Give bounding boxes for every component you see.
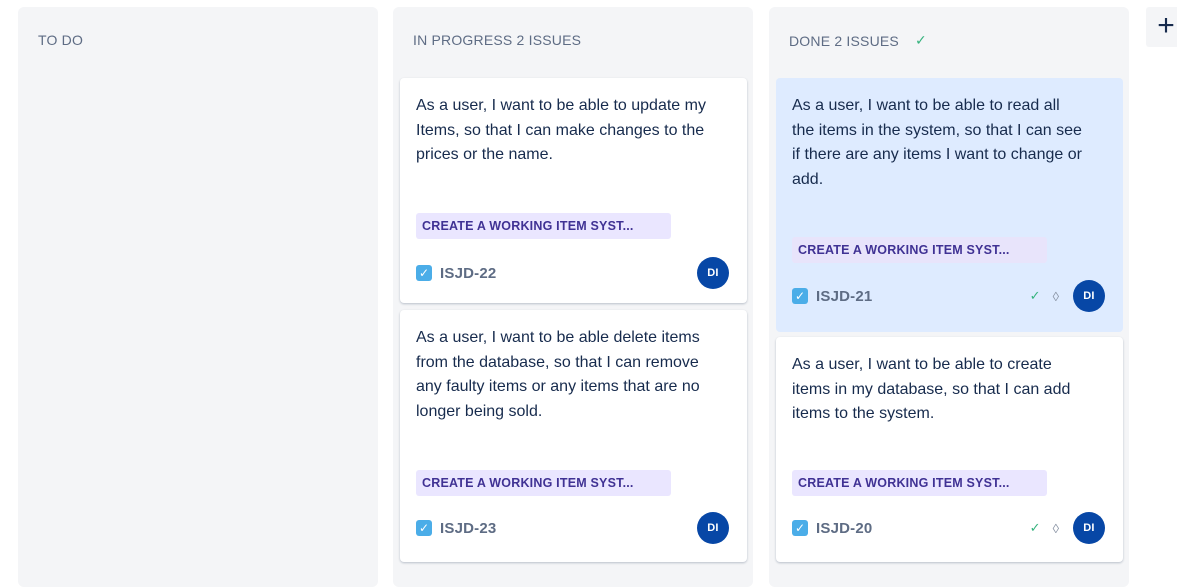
check-icon: ✓ bbox=[1029, 288, 1041, 303]
check-icon: ✓ bbox=[914, 32, 927, 48]
card-footer: ✓ ISJD-23 DI bbox=[416, 512, 729, 544]
plus-icon: + bbox=[1157, 9, 1175, 42]
card-summary: As a user, I want to be able to read all… bbox=[792, 97, 1082, 188]
checkbox-icon: ✓ bbox=[792, 288, 808, 304]
checkbox-icon: ✓ bbox=[416, 520, 432, 536]
card-footer: ✓ ISJD-21 ✓ ◊ DI bbox=[792, 280, 1105, 312]
checkbox-icon: ✓ bbox=[416, 265, 432, 281]
epic-label[interactable]: CREATE A WORKING ITEM SYST... bbox=[416, 213, 671, 239]
check-icon: ✓ bbox=[1029, 520, 1041, 535]
issue-card-isjd-20[interactable]: As a user, I want to be able to create i… bbox=[776, 337, 1123, 562]
issue-key[interactable]: ISJD-20 bbox=[816, 520, 872, 537]
card-footer: ✓ ISJD-20 ✓ ◊ DI bbox=[792, 512, 1105, 544]
card-summary: As a user, I want to be able to update m… bbox=[416, 97, 706, 163]
issue-card-isjd-22[interactable]: As a user, I want to be able to update m… bbox=[400, 78, 747, 303]
column-header-done: DONE 2 ISSUES ✓ bbox=[789, 32, 927, 49]
avatar[interactable]: DI bbox=[697, 512, 729, 544]
column-title: TO DO bbox=[38, 32, 84, 48]
card-summary: As a user, I want to be able delete item… bbox=[416, 329, 700, 420]
avatar[interactable]: DI bbox=[1073, 280, 1105, 312]
checkbox-icon: ✓ bbox=[792, 520, 808, 536]
card-footer: ✓ ISJD-22 DI bbox=[416, 257, 729, 289]
avatar[interactable]: DI bbox=[697, 257, 729, 289]
column-in-progress: IN PROGRESS 2 ISSUES As a user, I want t… bbox=[393, 7, 753, 587]
column-header-todo: TO DO bbox=[38, 32, 83, 48]
column-todo: TO DO bbox=[18, 7, 378, 587]
column-title: IN PROGRESS 2 ISSUES bbox=[413, 32, 582, 48]
column-done: DONE 2 ISSUES ✓ As a user, I want to be … bbox=[769, 7, 1129, 587]
issue-key[interactable]: ISJD-23 bbox=[440, 520, 496, 537]
epic-label[interactable]: CREATE A WORKING ITEM SYST... bbox=[416, 470, 671, 496]
column-header-in-progress: IN PROGRESS 2 ISSUES bbox=[413, 32, 581, 48]
story-point-icon: ◊ bbox=[1052, 288, 1059, 304]
issue-card-isjd-23[interactable]: As a user, I want to be able delete item… bbox=[400, 310, 747, 562]
column-title: DONE 2 ISSUES bbox=[789, 32, 899, 49]
epic-label[interactable]: CREATE A WORKING ITEM SYST... bbox=[792, 470, 1047, 496]
card-summary: As a user, I want to be able to create i… bbox=[792, 356, 1071, 422]
issue-key[interactable]: ISJD-22 bbox=[440, 265, 496, 282]
story-point-icon: ◊ bbox=[1052, 520, 1059, 536]
issue-card-isjd-21[interactable]: As a user, I want to be able to read all… bbox=[776, 78, 1123, 332]
avatar[interactable]: DI bbox=[1073, 512, 1105, 544]
issue-key[interactable]: ISJD-21 bbox=[816, 288, 872, 305]
epic-label[interactable]: CREATE A WORKING ITEM SYST... bbox=[792, 237, 1047, 263]
add-column-button[interactable]: + bbox=[1146, 7, 1177, 47]
